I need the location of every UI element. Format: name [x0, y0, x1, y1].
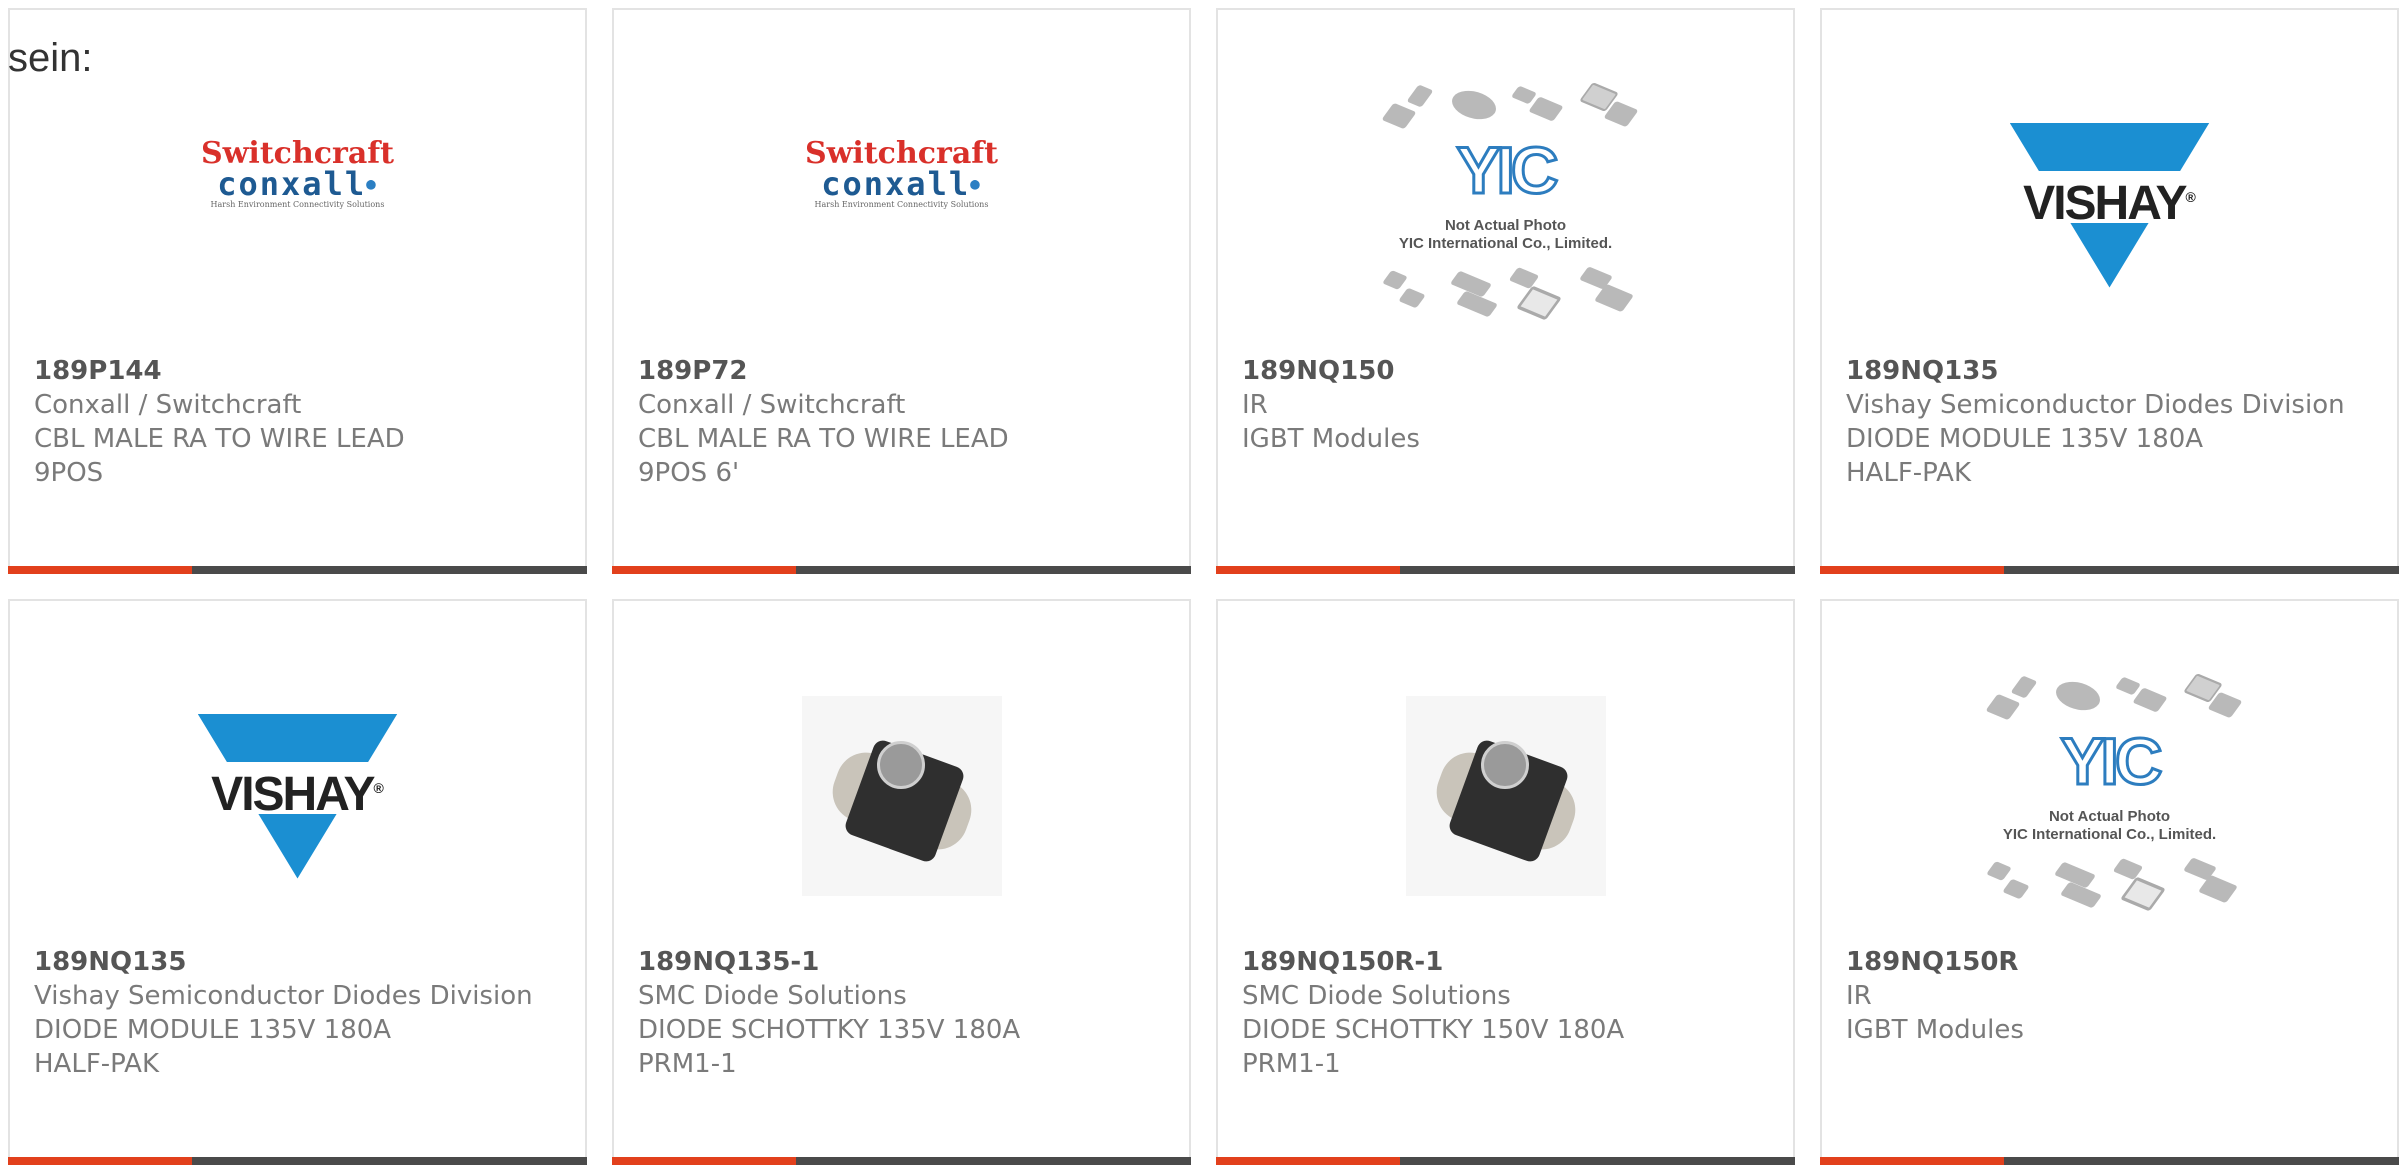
manufacturer: Vishay Semiconductor Diodes Division	[34, 981, 533, 1011]
product-info: 189NQ150R-1 SMC Diode Solutions DIODE SCHO…	[1242, 945, 1773, 1081]
product-description: PRM1-1	[638, 1049, 737, 1079]
logo-text: conxall●	[217, 165, 378, 203]
logo-tagline: Harsh Environment Connectivity Solutions	[210, 200, 385, 209]
part-number-link[interactable]: 189P144	[34, 354, 565, 388]
manufacturer: SMC Diode Solutions	[638, 981, 907, 1011]
logo-text: conxall●	[821, 165, 982, 203]
part-number-link[interactable]: 189P72	[638, 354, 1169, 388]
card-accent-bar	[1820, 566, 2004, 574]
vishay-logo: VISHAY®	[191, 713, 404, 879]
card-bottom-bar	[1216, 1157, 1795, 1165]
product-info: 189NQ135 Vishay Semiconductor Diodes Divi…	[1846, 354, 2377, 490]
product-image[interactable]: VISHAY®	[1822, 55, 2397, 355]
card-bottom-bar	[1820, 1157, 2399, 1165]
product-card[interactable]: Switchcraft conxall● Harsh Environment C…	[612, 8, 1191, 574]
product-description: PRM1-1	[1242, 1049, 1341, 1079]
product-description: 9POS	[34, 458, 104, 488]
product-description: DIODE MODULE 135V 180A	[1846, 424, 2204, 454]
manufacturer: Vishay Semiconductor Diodes Division	[1846, 390, 2345, 420]
product-image[interactable]: Switchcraft conxall● Harsh Environment C…	[614, 55, 1189, 355]
part-number-link[interactable]: 189NQ135	[1846, 354, 2377, 388]
product-description: HALF-PAK	[34, 1049, 160, 1079]
diode-module-photo	[1405, 696, 1606, 896]
product-image[interactable]: YIC Not Actual Photo YIC International Co…	[1822, 646, 2397, 946]
intro-text: sein:	[8, 36, 93, 80]
part-number-link[interactable]: 189NQ150R	[1846, 945, 2377, 979]
manufacturer: IR	[1846, 981, 1872, 1011]
product-card[interactable]: YIC Not Actual Photo YIC International Co…	[1820, 599, 2399, 1165]
product-description: CBL MALE RA TO WIRE LEAD	[638, 424, 1009, 454]
card-bottom-bar	[1216, 566, 1795, 574]
product-description: CBL MALE RA TO WIRE LEAD	[34, 424, 405, 454]
part-number-link[interactable]: 189NQ135	[34, 945, 565, 979]
switchcraft-conxall-logo: Switchcraft conxall● Harsh Environment C…	[805, 139, 998, 211]
product-description: IGBT Modules	[1242, 424, 1420, 454]
product-description: 9POS 6'	[638, 458, 740, 488]
card-accent-bar	[612, 566, 796, 574]
card-bottom-bar	[612, 1157, 1191, 1165]
yic-placeholder-image: YIC Not Actual Photo YIC International Co…	[1371, 82, 1641, 325]
card-accent-bar	[1216, 566, 1400, 574]
part-number-link[interactable]: 189NQ135-1	[638, 945, 1169, 979]
product-card[interactable]: YIC Not Actual Photo YIC International Co…	[1216, 8, 1795, 574]
yic-placeholder-image: YIC Not Actual Photo YIC International Co…	[1975, 673, 2245, 916]
part-number-link[interactable]: 189NQ150R-1	[1242, 945, 1773, 979]
card-bottom-bar	[1820, 566, 2399, 574]
manufacturer: Conxall / Switchcraft	[638, 390, 906, 420]
card-accent-bar	[1820, 1157, 2004, 1165]
switchcraft-conxall-logo: Switchcraft conxall● Harsh Environment C…	[201, 139, 394, 211]
product-info: 189P144 Conxall / Switchcraft CBL MALE RA …	[34, 354, 565, 490]
product-card[interactable]: VISHAY® 189NQ135 Vishay Semiconductor Dio…	[8, 599, 587, 1165]
product-description: DIODE SCHOTTKY 150V 180A	[1242, 1015, 1625, 1045]
manufacturer: Conxall / Switchcraft	[34, 390, 302, 420]
product-description: IGBT Modules	[1846, 1015, 2024, 1045]
product-description: DIODE SCHOTTKY 135V 180A	[638, 1015, 1021, 1045]
manufacturer: IR	[1242, 390, 1268, 420]
logo-tagline: Harsh Environment Connectivity Solutions	[814, 200, 989, 209]
diode-module-photo	[801, 696, 1002, 896]
product-grid: Switchcraft conxall● Harsh Environment C…	[8, 8, 2399, 1165]
card-accent-bar	[8, 1157, 192, 1165]
product-image[interactable]: YIC Not Actual Photo YIC International Co…	[1218, 55, 1793, 355]
product-card[interactable]: 189NQ150R-1 SMC Diode Solutions DIODE SCHO…	[1216, 599, 1795, 1165]
product-info: 189NQ135 Vishay Semiconductor Diodes Divi…	[34, 945, 565, 1081]
product-info: 189NQ135-1 SMC Diode Solutions DIODE SCHOT…	[638, 945, 1169, 1081]
card-bottom-bar	[8, 566, 587, 574]
card-accent-bar	[612, 1157, 796, 1165]
card-accent-bar	[1216, 1157, 1400, 1165]
product-info: 189NQ150R IR IGBT Modules	[1846, 945, 2377, 1047]
product-image[interactable]	[614, 646, 1189, 946]
product-image[interactable]	[1218, 646, 1793, 946]
product-card[interactable]: Switchcraft conxall● Harsh Environment C…	[8, 8, 587, 574]
product-card[interactable]: VISHAY® 189NQ135 Vishay Semiconductor Dio…	[1820, 8, 2399, 574]
manufacturer: SMC Diode Solutions	[1242, 981, 1511, 1011]
product-description: HALF-PAK	[1846, 458, 1972, 488]
card-accent-bar	[8, 566, 192, 574]
part-number-link[interactable]: 189NQ150	[1242, 354, 1773, 388]
product-image[interactable]: VISHAY®	[10, 646, 585, 946]
product-image[interactable]: Switchcraft conxall● Harsh Environment C…	[10, 55, 585, 355]
product-card[interactable]: 189NQ135-1 SMC Diode Solutions DIODE SCHOT…	[612, 599, 1191, 1165]
card-bottom-bar	[612, 566, 1191, 574]
product-description: DIODE MODULE 135V 180A	[34, 1015, 392, 1045]
card-bottom-bar	[8, 1157, 587, 1165]
product-info: 189NQ150 IR IGBT Modules	[1242, 354, 1773, 456]
vishay-logo: VISHAY®	[2003, 122, 2216, 288]
product-info: 189P72 Conxall / Switchcraft CBL MALE RA T…	[638, 354, 1169, 490]
